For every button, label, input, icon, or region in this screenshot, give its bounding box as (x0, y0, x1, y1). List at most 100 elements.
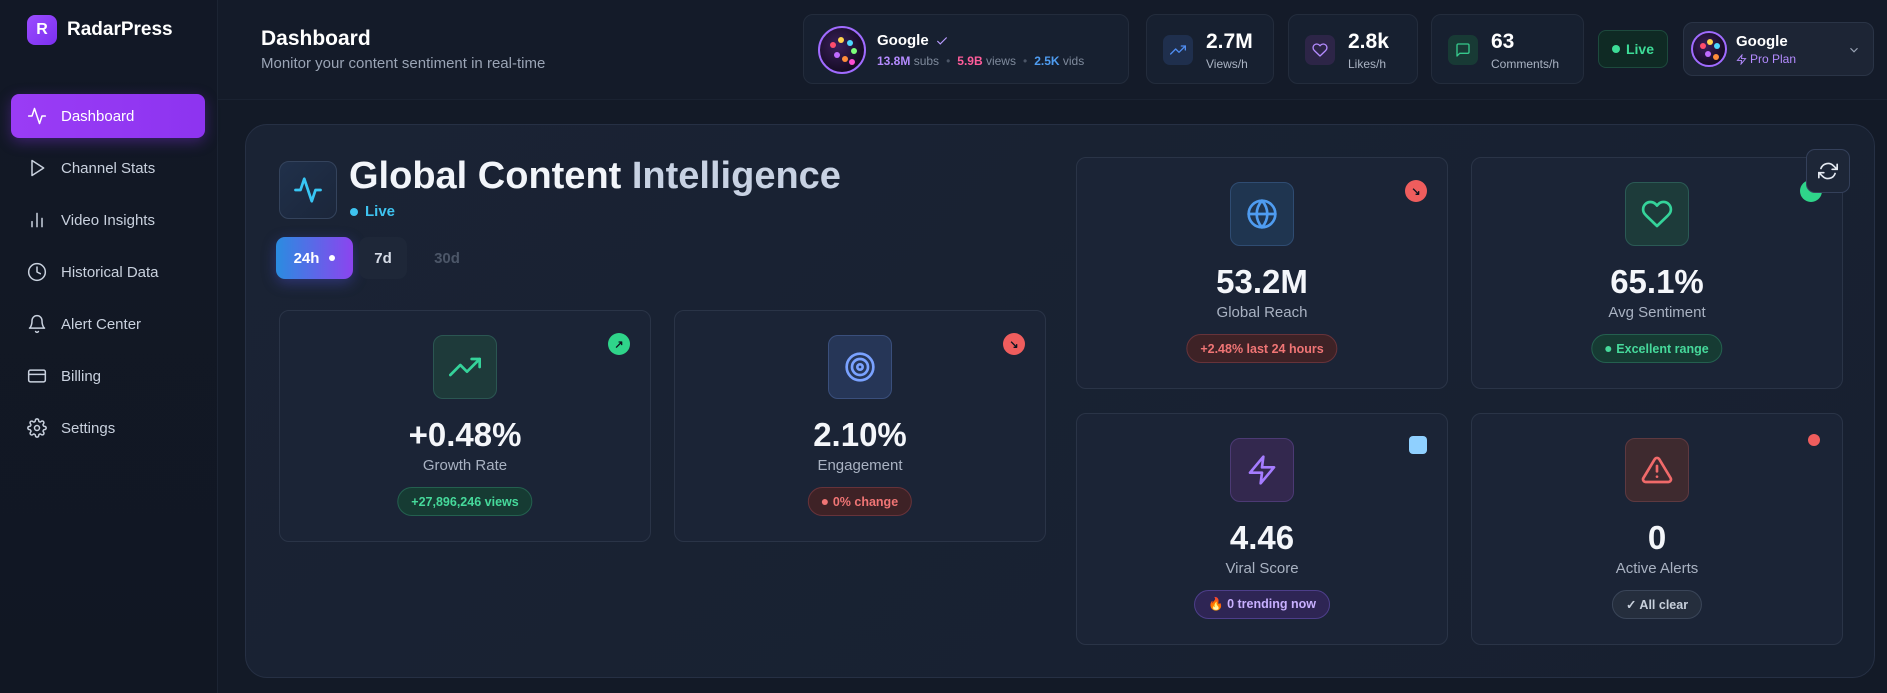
panel-title-accent: Intelligence (631, 155, 841, 197)
panel-title: Global Content Intelligence (349, 155, 841, 198)
metric-label: Likes/h (1348, 57, 1387, 71)
trend-down-indicator: ↘ (1405, 180, 1427, 202)
time-range-tabs: 24h 7d 30d (276, 237, 481, 279)
engagement-badge: 0% change (807, 487, 913, 516)
sidebar-item-label: Settings (61, 419, 116, 437)
growth-rate-label: Growth Rate (422, 457, 508, 474)
refresh-button[interactable] (1806, 149, 1850, 193)
live-dot (350, 207, 358, 216)
intelligence-panel: Global Content Intelligence Live 24h 7d … (245, 124, 1875, 678)
heart-icon (1305, 35, 1335, 65)
views-value: 5.9B (957, 54, 983, 68)
ice-cube-icon (1409, 436, 1427, 454)
pulse-icon-box (279, 161, 337, 219)
channel-name: Google (877, 32, 949, 49)
lightning-icon (1230, 438, 1294, 502)
panel-live-status: Live (350, 203, 395, 220)
sidebar-nav: Dashboard Channel Stats Video Insights H… (11, 94, 205, 458)
user-plan-text: Pro Plan (1750, 52, 1797, 66)
badge-text: Excellent range (1616, 341, 1709, 356)
sidebar-item-settings[interactable]: Settings (11, 406, 205, 450)
user-plan: Pro Plan (1736, 52, 1796, 66)
live-dot (1611, 45, 1620, 53)
subs-value: 13.8M (877, 54, 911, 68)
sidebar-item-label: Historical Data (61, 263, 159, 281)
bar-chart-icon (31, 212, 43, 228)
brand-logo: R (27, 15, 57, 45)
warning-icon (1625, 438, 1689, 502)
metric-value: 2.8k (1348, 30, 1389, 53)
metric-value: 2.7M (1206, 30, 1253, 53)
user-avatar (1691, 31, 1727, 67)
channel-card[interactable]: Google 13.8M subs • 5.9B views • 2.5K vids (803, 14, 1129, 84)
avg-sentiment-label: Avg Sentiment (1608, 304, 1706, 321)
vids-label: vids (1062, 54, 1085, 68)
trend-up-indicator: ↗ (608, 333, 630, 355)
sidebar-item-historical-data[interactable]: Historical Data (11, 250, 205, 294)
sidebar-item-label: Dashboard (61, 107, 135, 125)
active-alerts-card[interactable]: 0 Active Alerts ✓ All clear (1471, 413, 1843, 645)
tab-24h[interactable]: 24h (276, 237, 353, 279)
tab-30d[interactable]: 30d (413, 237, 481, 279)
credit-card-icon (27, 369, 47, 383)
viral-score-value: 4.46 (1229, 519, 1295, 556)
live-indicator: Live (1598, 30, 1668, 68)
brand[interactable]: R RadarPress (27, 15, 173, 45)
clock-icon (27, 262, 47, 282)
user-menu[interactable]: Google Pro Plan (1683, 22, 1874, 76)
refresh-icon (1818, 162, 1838, 180)
active-dot (329, 255, 336, 261)
activity-icon (27, 107, 47, 125)
sidebar-item-label: Video Insights (61, 211, 155, 229)
channel-name-text: Google (877, 32, 929, 49)
verified-check-icon (936, 36, 947, 45)
channel-stats: 13.8M subs • 5.9B views • 2.5K vids (877, 54, 1085, 68)
tab-7d[interactable]: 7d (359, 237, 407, 279)
sidebar-item-dashboard[interactable]: Dashboard (11, 94, 205, 138)
gear-icon (27, 418, 47, 438)
user-name: Google (1736, 33, 1788, 50)
active-alerts-value: 0 (1647, 519, 1667, 556)
metric-value: 63 (1491, 30, 1515, 53)
global-reach-card[interactable]: ↘ 53.2M Global Reach +2.48% last 24 hour… (1076, 157, 1448, 389)
engagement-value: 2.10% (813, 416, 907, 453)
page-title: Dashboard (261, 27, 371, 50)
active-alerts-badge: ✓ All clear (1611, 590, 1703, 619)
metric-label: Comments/h (1491, 57, 1560, 71)
global-reach-badge: +2.48% last 24 hours (1186, 334, 1338, 363)
sidebar-item-alert-center[interactable]: Alert Center (11, 302, 205, 346)
engagement-card[interactable]: ↘ 2.10% Engagement 0% change (674, 310, 1046, 542)
growth-rate-card[interactable]: ↗ +0.48% Growth Rate +27,896,246 views (279, 310, 651, 542)
sidebar-item-label: Alert Center (61, 315, 142, 333)
heart-icon (1625, 182, 1689, 246)
bell-icon (28, 314, 46, 334)
avg-sentiment-badge: Excellent range (1591, 334, 1723, 363)
viral-score-badge: 🔥 0 trending now (1194, 590, 1330, 619)
message-icon (1448, 35, 1478, 65)
sidebar: R RadarPress Dashboard Channel Stats Vid… (0, 0, 218, 693)
channel-avatar (818, 26, 866, 74)
viral-score-card[interactable]: 4.46 Viral Score 🔥 0 trending now (1076, 413, 1448, 645)
globe-icon (1230, 182, 1294, 246)
sidebar-item-video-insights[interactable]: Video Insights (11, 198, 205, 242)
viral-score-label: Viral Score (1225, 560, 1299, 577)
sidebar-item-billing[interactable]: Billing (11, 354, 205, 398)
avg-sentiment-card[interactable]: 65.1% Avg Sentiment Excellent range (1471, 157, 1843, 389)
panel-live-label: Live (365, 203, 396, 220)
lightning-icon (1736, 53, 1747, 65)
play-icon (31, 159, 45, 177)
vids-value: 2.5K (1034, 54, 1060, 68)
subs-label: subs (913, 54, 940, 68)
sidebar-item-channel-stats[interactable]: Channel Stats (11, 146, 205, 190)
trending-up-icon (433, 335, 497, 399)
activity-icon (294, 177, 322, 203)
live-label: Live (1625, 41, 1654, 57)
sidebar-item-label: Channel Stats (61, 159, 156, 177)
trend-down-indicator: ↘ (1003, 333, 1025, 355)
chevron-down-icon[interactable] (1847, 43, 1861, 57)
brand-name: RadarPress (67, 19, 173, 40)
metric-likes-per-hour: 2.8k Likes/h (1288, 14, 1418, 84)
metric-comments-per-hour: 63 Comments/h (1431, 14, 1584, 84)
alert-dot (1808, 434, 1820, 446)
top-header: Dashboard Monitor your content sentiment… (218, 0, 1887, 100)
